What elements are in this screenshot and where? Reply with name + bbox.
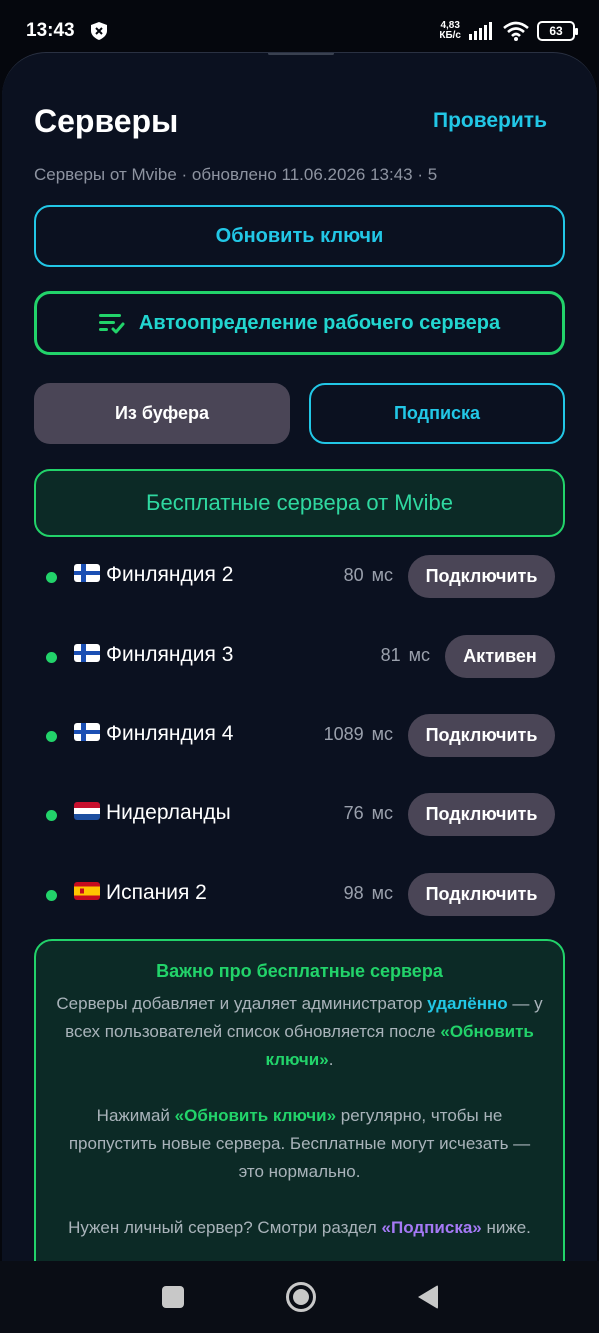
- server-name: Финляндия 3: [106, 643, 234, 666]
- wifi-icon: [503, 21, 529, 41]
- auto-detect-label: Автоопределение рабочего сервера: [138, 311, 501, 334]
- server-ping: 81 мс: [381, 645, 430, 666]
- ping-value: 1089: [323, 724, 364, 744]
- servers-subtitle: Серверы от Mvibe · обновлено 11.06.2026 …: [34, 165, 438, 184]
- status-right: 4,83 КБ/с 63: [439, 21, 578, 41]
- subscription-link[interactable]: «Подписка»: [382, 1218, 482, 1237]
- subscription-label: Подписка: [393, 403, 481, 423]
- battery-level: 63: [549, 24, 563, 38]
- info-paragraph: Серверы добавляет и удаляет администрато…: [54, 990, 545, 1074]
- battery-icon: 63: [537, 21, 578, 41]
- server-ping: 98 мс: [344, 883, 393, 904]
- connect-button[interactable]: Подключить: [408, 793, 555, 836]
- ping-unit: мс: [371, 803, 393, 823]
- info-highlight: «Обновить ключи»: [174, 1106, 337, 1125]
- server-row[interactable]: Испания 2 98 мс Подключить: [34, 867, 565, 923]
- sheet-handle[interactable]: [268, 53, 334, 55]
- ping-unit: мс: [408, 645, 430, 665]
- info-highlight: удалённо: [427, 994, 508, 1013]
- status-time: 13:43: [26, 20, 75, 41]
- ping-unit: мс: [371, 724, 393, 744]
- info-paragraph: Нажимай «Обновить ключи» регулярно, чтоб…: [54, 1102, 545, 1186]
- connect-button[interactable]: Подключить: [408, 873, 555, 916]
- server-ping: 1089 мс: [324, 724, 393, 745]
- refresh-keys-button[interactable]: Обновить ключи: [34, 205, 565, 267]
- spain-flag-icon: [74, 882, 100, 900]
- info-text: ниже.: [481, 1218, 531, 1237]
- auto-detect-button[interactable]: Автоопределение рабочего сервера: [34, 291, 565, 355]
- back-triangle-icon[interactable]: [417, 1285, 438, 1309]
- from-clipboard-button[interactable]: Из буфера: [34, 383, 290, 444]
- finland-flag-icon: [74, 564, 100, 582]
- finland-flag-icon: [74, 723, 100, 741]
- server-ping: 80 мс: [344, 565, 393, 586]
- signal-icon: [469, 22, 492, 40]
- page-title: Серверы: [34, 103, 179, 139]
- home-dot: [292, 1289, 309, 1305]
- filter-lines-icon: [98, 314, 125, 334]
- status-dot: [46, 890, 57, 901]
- info-text: Нажимай: [96, 1106, 175, 1125]
- server-ping: 76 мс: [344, 803, 393, 824]
- free-servers-banner[interactable]: Бесплатные сервера от Mvibe: [34, 469, 565, 537]
- refresh-keys-label: Обновить ключи: [215, 224, 384, 247]
- ping-value: 81: [380, 645, 401, 665]
- info-title: Важно про бесплатные сервера: [156, 961, 443, 981]
- info-text: Серверы добавляет и удаляет администрато…: [56, 994, 428, 1013]
- servers-sheet: Серверы Проверить Серверы от Mvibe · обн…: [2, 52, 597, 1333]
- ping-value: 76: [343, 803, 364, 823]
- server-name: Финляндия 4: [106, 722, 234, 745]
- from-clipboard-label: Из буфера: [114, 403, 210, 423]
- info-text: Нужен личный сервер? Смотри раздел: [68, 1218, 382, 1237]
- status-dot: [46, 810, 57, 821]
- server-row[interactable]: Финляндия 3 81 мс Активен: [34, 629, 565, 685]
- server-name: Испания 2: [106, 881, 207, 904]
- net-speed-unit: КБ/с: [439, 30, 461, 41]
- ping-unit: мс: [371, 565, 393, 585]
- connect-button[interactable]: Подключить: [408, 714, 555, 757]
- server-name: Финляндия 2: [106, 563, 234, 586]
- ping-value: 98: [343, 883, 364, 903]
- active-button[interactable]: Активен: [445, 635, 555, 678]
- server-row[interactable]: Финляндия 4 1089 мс Подключить: [34, 708, 565, 764]
- status-dot: [46, 572, 57, 583]
- server-row[interactable]: Финляндия 2 80 мс Подключить: [34, 549, 565, 605]
- status-dot: [46, 652, 57, 663]
- subscription-button[interactable]: Подписка: [309, 383, 565, 444]
- check-button[interactable]: Проверить: [433, 109, 547, 133]
- system-nav-bar: [0, 1261, 599, 1333]
- info-text: .: [328, 1050, 334, 1069]
- server-row[interactable]: Нидерланды 76 мс Подключить: [34, 787, 565, 843]
- vpn-shield-icon: [90, 22, 107, 40]
- home-circle-icon[interactable]: [285, 1282, 316, 1312]
- finland-flag-icon: [74, 644, 100, 662]
- net-speed: 4,83 КБ/с: [439, 21, 461, 41]
- free-servers-banner-label: Бесплатные сервера от Mvibe: [146, 490, 453, 515]
- ping-unit: мс: [371, 883, 393, 903]
- recents-square-icon[interactable]: [161, 1286, 184, 1308]
- status-dot: [46, 731, 57, 742]
- netherlands-flag-icon: [74, 802, 100, 820]
- ping-value: 80: [343, 565, 364, 585]
- server-name: Нидерланды: [106, 801, 231, 824]
- connect-button[interactable]: Подключить: [408, 555, 555, 598]
- info-paragraph: Нужен личный сервер? Смотри раздел «Подп…: [54, 1214, 545, 1242]
